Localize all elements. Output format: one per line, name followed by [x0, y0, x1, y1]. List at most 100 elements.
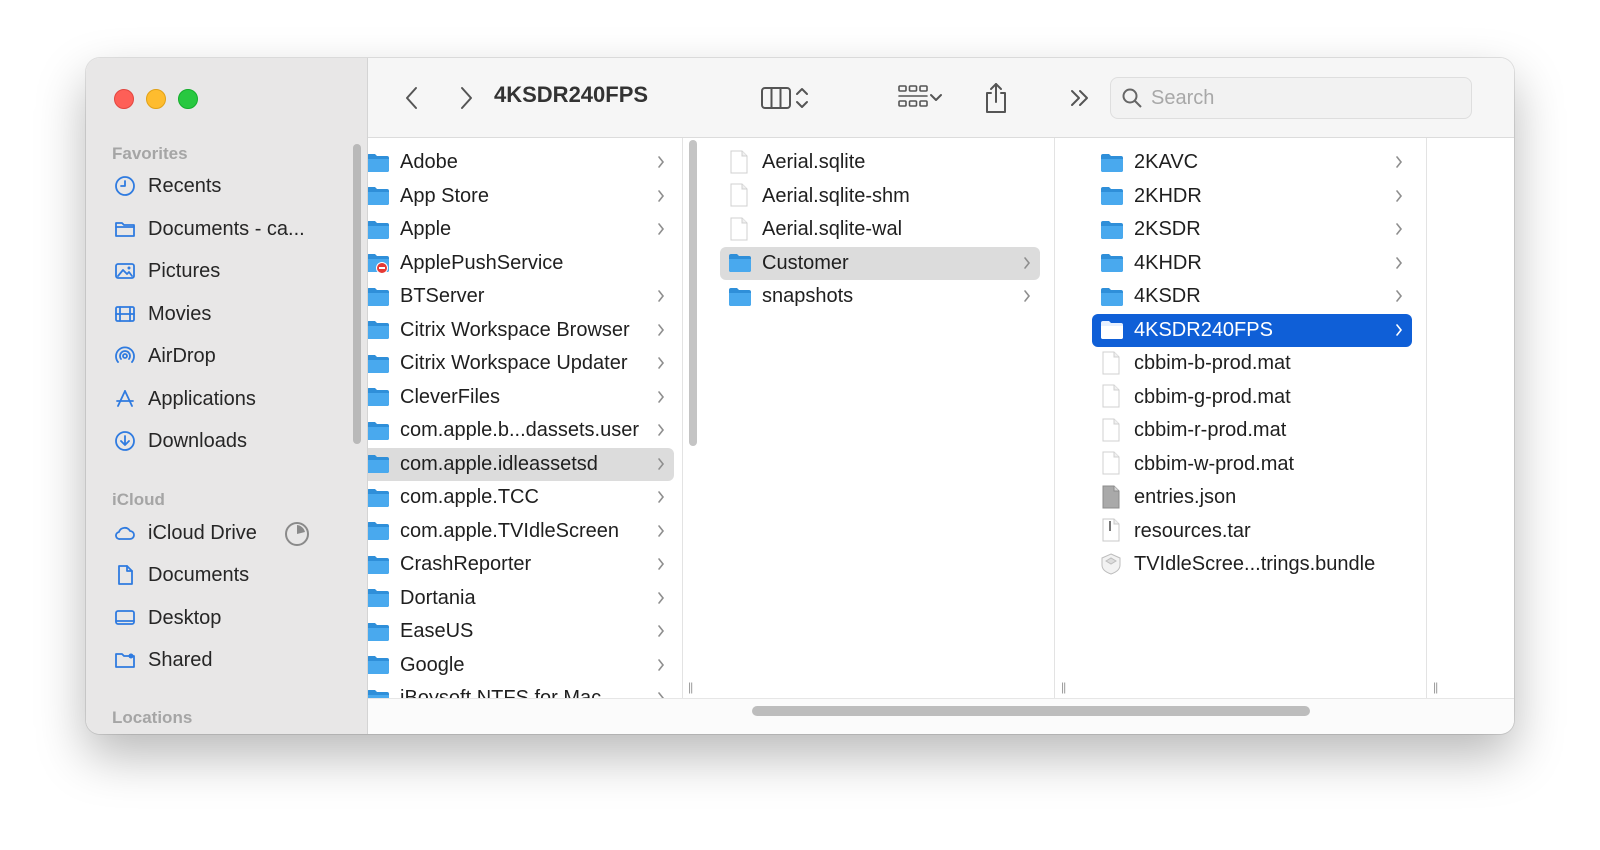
list-item-google[interactable]: Google	[368, 649, 674, 682]
sidebar-item-icloud-documents[interactable]: Documents	[112, 558, 362, 592]
chevron-right-icon	[658, 156, 665, 168]
list-item-citrix-workspace-updater[interactable]: Citrix Workspace Updater	[368, 347, 674, 380]
list-item-aerial-sqlite[interactable]: Aerial.sqlite	[720, 146, 1040, 179]
chevron-right-icon	[658, 390, 665, 403]
storage-pie-icon	[285, 522, 309, 546]
column-1: Adobe App Store Apple ApplePushService B…	[368, 138, 682, 698]
list-item-com-apple-tcc[interactable]: com.apple.TCC	[368, 481, 674, 514]
list-item-app-store[interactable]: App Store	[368, 180, 674, 213]
photo-icon	[112, 259, 138, 283]
chevron-right-icon	[658, 692, 665, 698]
close-window-button[interactable]	[114, 89, 134, 109]
chevron-right-icon	[1396, 223, 1403, 235]
list-item-cbbim-b-prod-mat[interactable]: cbbim-b-prod.mat	[1092, 347, 1412, 380]
item-label: com.apple.idleassetsd	[400, 452, 598, 475]
list-item-citrix-workspace-browser[interactable]: Citrix Workspace Browser	[368, 314, 674, 347]
item-label: 4KHDR	[1134, 251, 1202, 274]
column-view-icon	[761, 87, 791, 109]
back-chevron-icon	[406, 87, 417, 109]
list-item-com-apple-b-dassets-user[interactable]: com.apple.b...dassets.user	[368, 414, 674, 447]
sidebar-item-icloud-shared[interactable]: Shared	[112, 643, 362, 677]
sidebar-item-pictures[interactable]: Pictures	[112, 254, 362, 288]
list-item-aerial-sqlite-wal[interactable]: Aerial.sqlite-wal	[720, 213, 1040, 246]
minimize-window-button[interactable]	[146, 89, 166, 109]
sidebar-item-documents[interactable]: Documents - ca...	[112, 212, 362, 246]
list-item-2khdr[interactable]: 2KHDR	[1092, 180, 1412, 213]
group-button[interactable]	[890, 80, 950, 116]
item-label: App Store	[400, 184, 489, 207]
sidebar-item-label: AirDrop	[148, 344, 216, 367]
horizontal-scrollbar[interactable]	[752, 706, 1310, 716]
back-button[interactable]	[394, 80, 430, 116]
share-button[interactable]	[976, 80, 1016, 116]
list-item-cbbim-w-prod-mat[interactable]: cbbim-w-prod.mat	[1092, 448, 1412, 481]
sidebar-item-applications[interactable]: Applications	[112, 382, 362, 416]
list-item-easeus[interactable]: EaseUS	[368, 615, 674, 648]
folder-icon	[368, 387, 390, 407]
more-chevrons-icon	[1071, 90, 1088, 106]
folder-icon	[1100, 320, 1124, 340]
item-label: CrashReporter	[400, 553, 532, 575]
list-item-customer[interactable]: Customer	[720, 246, 1040, 280]
file-icon	[728, 183, 752, 207]
list-item-cbbim-g-prod-mat[interactable]: cbbim-g-prod.mat	[1092, 381, 1412, 414]
sidebar-item-recents[interactable]: Recents	[112, 169, 362, 203]
item-label: cbbim-b-prod.mat	[1134, 352, 1291, 374]
list-item-tvidlescree-trings-bundle[interactable]: TVIdleScree...trings.bundle	[1092, 548, 1412, 581]
item-label: snapshots	[762, 285, 854, 307]
list-item-entries-json[interactable]: entries.json	[1092, 481, 1412, 514]
list-item-com-apple-tvidlescreen[interactable]: com.apple.TVIdleScreen	[368, 515, 674, 548]
more-toolbar-button[interactable]	[1062, 80, 1098, 116]
list-item-crashreporter[interactable]: CrashReporter	[368, 548, 674, 581]
list-item-dortania[interactable]: Dortania	[368, 582, 674, 615]
list-item-applepushservice[interactable]: ApplePushService	[368, 247, 674, 280]
sidebar-item-movies[interactable]: Movies	[112, 297, 362, 331]
list-item-com-apple-idleassetsd[interactable]: com.apple.idleassetsd	[368, 447, 674, 481]
item-label: com.apple.TVIdleScreen	[400, 519, 620, 542]
column-resize-handle[interactable]: ||	[1433, 680, 1438, 694]
list-item-cleverfiles[interactable]: CleverFiles	[368, 381, 674, 414]
list-item-4ksdr[interactable]: 4KSDR	[1092, 280, 1412, 313]
item-label: com.apple.TCC	[400, 486, 539, 508]
list-item-2ksdr[interactable]: 2KSDR	[1092, 213, 1412, 246]
forward-button[interactable]	[448, 80, 484, 116]
search-field[interactable]	[1110, 77, 1472, 119]
sidebar-item-icloud-icloud[interactable]: iCloud Drive	[112, 516, 362, 550]
folder-icon	[1100, 287, 1124, 307]
sidebar-item-label: Downloads	[148, 429, 247, 452]
favorites-heading: Favorites	[112, 144, 188, 163]
chevron-right-icon	[1396, 323, 1403, 336]
list-item-aerial-sqlite-shm[interactable]: Aerial.sqlite-shm	[720, 180, 1040, 213]
sidebar-item-icloud-desktop[interactable]: Desktop	[112, 601, 362, 635]
item-label: Citrix Workspace Browser	[400, 318, 630, 341]
list-item-2kavc[interactable]: 2KAVC	[1092, 146, 1412, 179]
column-resize-handle[interactable]: ||	[688, 680, 693, 694]
column-resize-handle[interactable]: ||	[1061, 680, 1066, 694]
column1-scrollbar[interactable]	[689, 140, 697, 446]
horizontal-scroll-track	[368, 698, 1514, 734]
list-item-apple[interactable]: Apple	[368, 213, 674, 246]
chevron-right-icon	[1396, 256, 1403, 269]
download-icon	[112, 429, 138, 453]
sidebar-item-downloads[interactable]: Downloads	[112, 424, 362, 458]
list-item-4khdr[interactable]: 4KHDR	[1092, 247, 1412, 280]
chevron-right-icon	[658, 658, 665, 671]
list-item-resources-tar[interactable]: resources.tar	[1092, 515, 1412, 548]
view-mode-button[interactable]	[752, 80, 818, 116]
chevron-down-icon	[930, 94, 942, 101]
item-label: Apple	[400, 218, 452, 240]
sidebar-item-airdrop[interactable]: AirDrop	[112, 339, 362, 373]
item-label: iBoysoft NTFS for Mac	[400, 687, 602, 698]
list-item-iboysoft-ntfs-for-mac[interactable]: iBoysoft NTFS for Mac	[368, 682, 674, 698]
item-label: Google	[400, 653, 465, 676]
list-item-4ksdr240fps[interactable]: 4KSDR240FPS	[1092, 313, 1412, 347]
list-item-btserver[interactable]: BTServer	[368, 280, 674, 313]
list-item-snapshots[interactable]: snapshots	[720, 280, 1040, 313]
zoom-window-button[interactable]	[178, 89, 198, 109]
list-item-cbbim-r-prod-mat[interactable]: cbbim-r-prod.mat	[1092, 414, 1412, 447]
list-item-adobe[interactable]: Adobe	[368, 146, 674, 179]
chevron-right-icon	[658, 323, 665, 336]
search-input[interactable]	[1151, 86, 1451, 110]
chevron-right-icon	[658, 491, 665, 503]
item-label: entries.json	[1134, 486, 1237, 508]
